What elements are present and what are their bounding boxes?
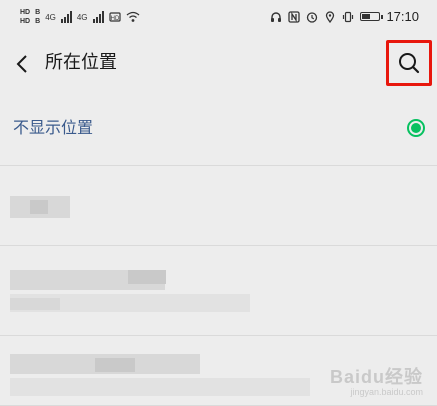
blurred-text: [30, 200, 48, 214]
title-bar: 所在位置: [0, 36, 437, 92]
radio-dot: [411, 123, 421, 133]
status-time: 17:10: [386, 9, 419, 24]
watermark-main: Baidu经验: [329, 367, 423, 387]
location-list: 不显示位置: [0, 96, 437, 406]
nfc-icon: [288, 10, 301, 23]
page-title: 所在位置: [45, 52, 117, 73]
status-bar: HD HD B B 4G 4G HD 17:10: [0, 0, 437, 36]
network-type-1: 4G: [45, 12, 56, 22]
blurred-text: [95, 358, 135, 372]
signal-icon-2: [92, 11, 104, 23]
network-type-2: 4G: [76, 12, 88, 22]
volte-icon: HD: [108, 12, 121, 22]
vibrate-icon: [343, 11, 354, 22]
baidu-jingyan-watermark: Baidu经验 jingyan.baidu.com: [330, 363, 423, 397]
wifi-icon: [126, 11, 139, 22]
headset-icon: [271, 11, 282, 22]
blurred-text: [128, 270, 166, 284]
signal-icon: [60, 11, 72, 23]
back-button[interactable]: [12, 50, 32, 78]
location-icon: [326, 10, 335, 23]
search-button[interactable]: [386, 40, 432, 86]
search-icon: [399, 53, 420, 74]
option-row-hide-location[interactable]: 不显示位置: [0, 96, 437, 166]
option-label: 不显示位置: [13, 118, 94, 137]
blurred-text: [10, 298, 60, 310]
alarm-icon: [307, 11, 318, 23]
radio-selected-icon[interactable]: [407, 119, 425, 137]
chevron-left-icon: [16, 55, 27, 73]
list-item[interactable]: [0, 246, 437, 336]
status-bar-left: HD HD B B 4G 4G HD: [20, 8, 140, 26]
status-bar-right: 17:10: [270, 9, 419, 24]
hd-indicator: HD HD: [20, 9, 31, 25]
svg-text:HD: HD: [110, 16, 119, 22]
b-indicator: B B: [35, 9, 41, 25]
blurred-text: [10, 378, 310, 396]
battery-icon: [360, 12, 384, 21]
list-item[interactable]: [0, 166, 437, 246]
